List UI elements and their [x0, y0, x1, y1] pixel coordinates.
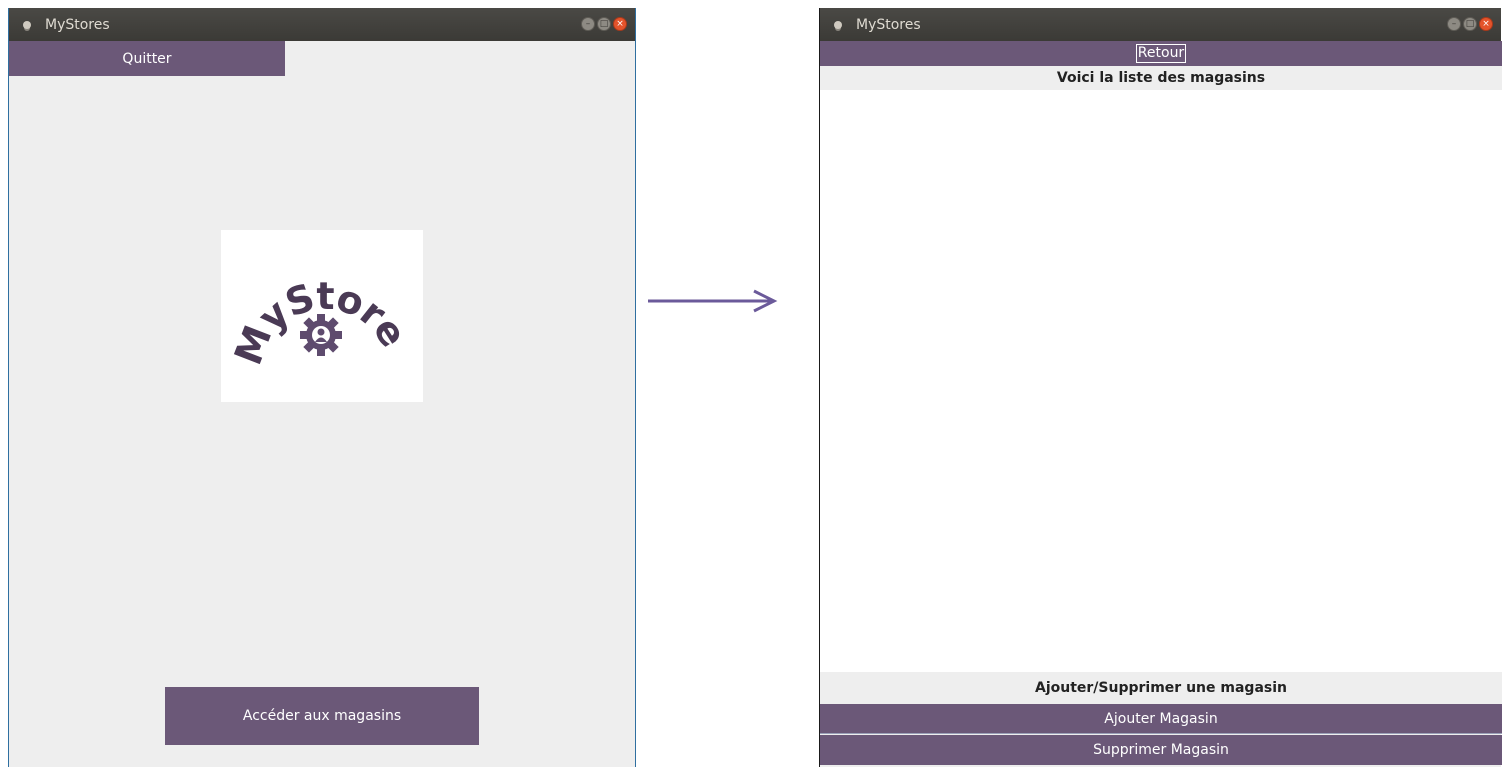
window-controls: – □ × — [1447, 17, 1493, 31]
close-icon[interactable]: × — [613, 17, 627, 31]
edit-stores-heading: Ajouter/Supprimer une magasin — [820, 672, 1502, 704]
logo-graphic: MyStores — [210, 195, 416, 371]
quit-button-label: Quitter — [122, 50, 172, 67]
window-title: MyStores — [45, 16, 110, 33]
minimize-icon[interactable]: – — [1447, 17, 1461, 31]
app-icon — [834, 20, 842, 29]
title-bar[interactable]: MyStores – □ × — [820, 8, 1501, 41]
main-window: MyStores – □ × Quitter MyStores — [8, 8, 636, 767]
delete-store-button[interactable]: Supprimer Magasin — [820, 735, 1502, 765]
maximize-icon[interactable]: □ — [1463, 17, 1477, 31]
store-list[interactable] — [820, 90, 1502, 672]
add-store-button[interactable]: Ajouter Magasin — [820, 704, 1502, 734]
title-bar[interactable]: MyStores – □ × — [9, 8, 635, 41]
back-button-label: Retour — [1135, 44, 1187, 63]
close-icon[interactable]: × — [1479, 17, 1493, 31]
gear-icon — [300, 314, 342, 356]
quit-button[interactable]: Quitter — [9, 41, 285, 76]
add-store-label: Ajouter Magasin — [1104, 710, 1218, 727]
app-icon — [23, 20, 31, 29]
back-button[interactable]: Retour — [820, 41, 1502, 66]
access-stores-button[interactable]: Accéder aux magasins — [165, 687, 479, 745]
arrow-right-icon — [648, 289, 778, 313]
window-controls: – □ × — [581, 17, 627, 31]
access-stores-label: Accéder aux magasins — [242, 708, 402, 724]
stores-window: MyStores – □ × Retour Voici la liste des… — [819, 8, 1502, 767]
minimize-icon[interactable]: – — [581, 17, 595, 31]
window-title: MyStores — [856, 16, 921, 33]
maximize-icon[interactable]: □ — [597, 17, 611, 31]
logo: MyStores — [210, 195, 423, 402]
delete-store-label: Supprimer Magasin — [1093, 742, 1229, 758]
store-list-heading: Voici la liste des magasins — [820, 66, 1502, 90]
